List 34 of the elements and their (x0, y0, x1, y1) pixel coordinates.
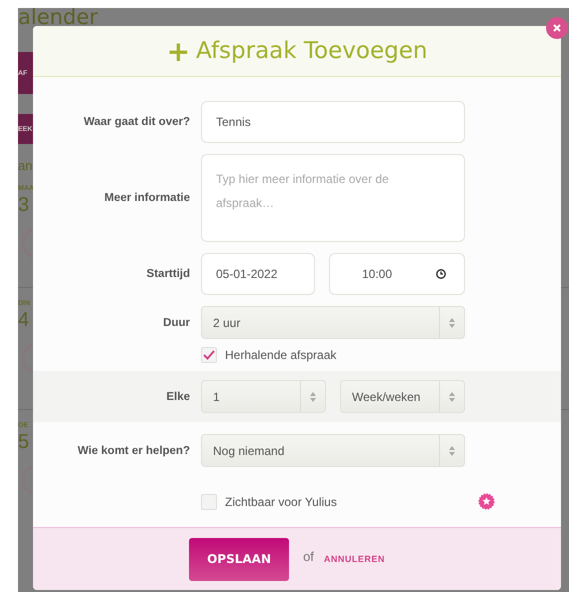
up-down-arrow-icon (449, 318, 455, 328)
field-label: Waar gaat dit over? (82, 116, 191, 128)
save-button[interactable]: OPSLAAN (189, 538, 290, 580)
up-down-arrow-icon (310, 392, 316, 402)
close-icon (553, 24, 561, 32)
select-field[interactable]: 1 (201, 380, 326, 413)
clock-icon (436, 269, 446, 279)
select-field[interactable]: Nog niemand (201, 434, 465, 467)
checkbox[interactable] (201, 347, 217, 363)
up-down-arrow-icon (449, 446, 455, 456)
text-field[interactable]: Tennis (201, 101, 465, 143)
textarea-field[interactable]: Typ hier meer informatie over de afspraak… (201, 154, 465, 242)
field-label: Starttijd (146, 268, 191, 280)
page-text: an (18, 158, 32, 173)
day-date: 4 (18, 309, 30, 331)
field-label: Elke (165, 390, 191, 402)
date-field[interactable]: 05-01-2022 (201, 253, 315, 295)
plus-icon: + (166, 34, 190, 68)
dialog-title: Afspraak Toevoegen (196, 38, 428, 64)
day-date: 3 (18, 194, 30, 216)
day-date: 5 (18, 431, 30, 453)
page-heading: alender (18, 8, 98, 26)
select-field[interactable]: Week/weken (340, 380, 465, 413)
checkbox-option[interactable]: Zichtbaar voor Yulius (201, 494, 465, 510)
select-field[interactable]: 2 uur (201, 306, 465, 339)
up-down-arrow-icon (449, 392, 455, 402)
field-label: Wie komt er helpen? (76, 444, 191, 456)
cancel-link[interactable]: ANNULEREN (324, 554, 385, 564)
time-field[interactable]: 10:00 (329, 253, 465, 295)
checkbox[interactable] (201, 494, 217, 510)
field-label: Meer informatie (103, 192, 191, 204)
checkbox-option[interactable]: Herhalende afspraak (201, 347, 465, 363)
field-label: Duur (162, 316, 191, 328)
or-text: of (303, 548, 314, 564)
